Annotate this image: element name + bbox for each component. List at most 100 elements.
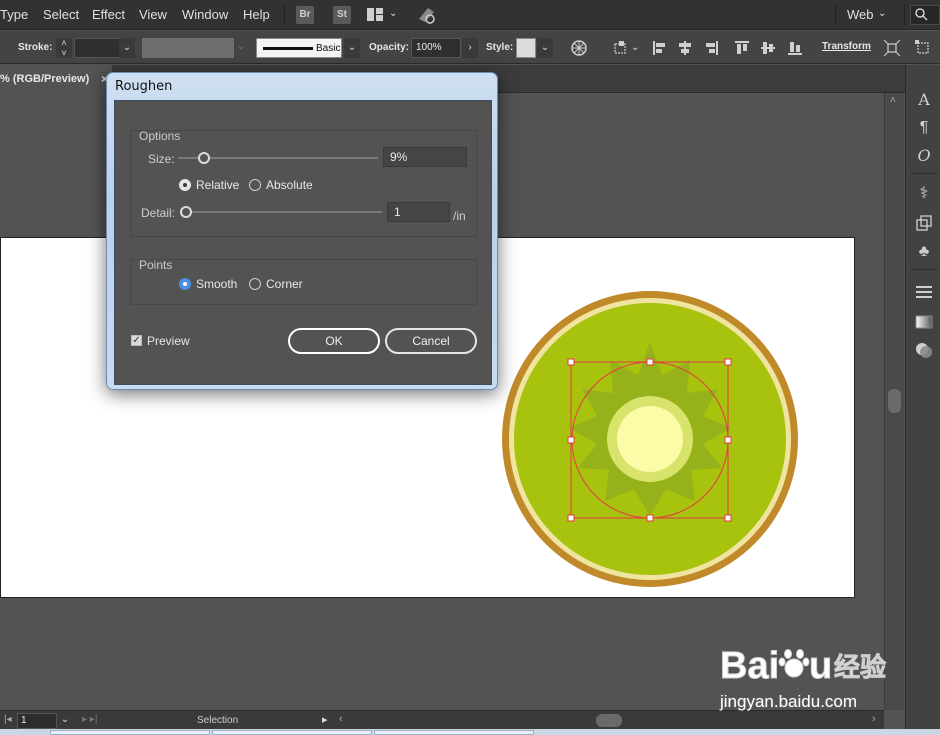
preview-checkbox[interactable]: ✓ xyxy=(131,335,142,346)
artboard-number-dropdown[interactable]: ⌄ xyxy=(57,713,73,729)
status-menu-arrow-icon[interactable]: ▸ xyxy=(322,713,328,726)
scroll-left-icon[interactable]: ‹ xyxy=(339,713,343,725)
menu-view[interactable]: View xyxy=(139,7,167,22)
scroll-up-icon[interactable]: ˄ xyxy=(890,95,896,106)
align-horizontal-center-icon[interactable] xyxy=(676,39,694,57)
brush-dropdown[interactable]: ⌄ xyxy=(344,38,360,58)
gradient-icon[interactable] xyxy=(913,311,935,333)
selection-handle[interactable] xyxy=(567,514,575,522)
chevron-down-icon[interactable]: ⌄ xyxy=(878,8,886,19)
brush-definition[interactable]: Basic xyxy=(256,38,342,58)
opentype-icon[interactable]: O xyxy=(913,145,935,167)
detail-unit: /in xyxy=(453,209,466,223)
bridge-icon[interactable]: Br xyxy=(296,6,314,24)
next-artboard-icon[interactable]: ▸ ▸| xyxy=(82,714,97,725)
svg-text:经验: 经验 xyxy=(834,652,886,683)
menu-bar: Type Select Effect View Window Help Br S… xyxy=(0,0,940,30)
isolate-group-icon[interactable] xyxy=(883,39,901,57)
selection-handle[interactable] xyxy=(567,436,575,444)
relative-label[interactable]: Relative xyxy=(196,178,239,192)
detail-slider-track[interactable] xyxy=(192,211,382,213)
stroke-label: Stroke: xyxy=(18,42,53,53)
variable-width-profile[interactable] xyxy=(142,38,234,58)
align-top-icon[interactable] xyxy=(733,39,751,57)
stroke-panel-icon[interactable] xyxy=(913,281,935,303)
style-dropdown[interactable]: ⌄ xyxy=(537,38,553,58)
stroke-weight-field[interactable] xyxy=(74,38,120,58)
symbols-icon[interactable]: ♣ xyxy=(913,241,935,263)
smooth-radio[interactable] xyxy=(179,278,191,290)
horizontal-scroll-thumb[interactable] xyxy=(596,714,622,727)
character-icon[interactable]: A xyxy=(913,89,935,111)
detail-slider-knob[interactable] xyxy=(180,206,192,218)
puppet-warp-icon[interactable]: ⚕ xyxy=(913,183,935,205)
menu-divider xyxy=(904,5,905,25)
document-tab[interactable]: % (RGB/Preview) × xyxy=(0,65,112,93)
points-group-title: Points xyxy=(139,258,173,272)
smooth-label[interactable]: Smooth xyxy=(196,277,237,291)
transparency-icon[interactable] xyxy=(913,339,935,361)
artboards-icon[interactable] xyxy=(913,213,935,235)
workspace-switcher[interactable]: Web xyxy=(847,7,874,22)
vertical-scrollbar[interactable]: ˄ xyxy=(884,93,904,710)
opacity-arrow[interactable]: › xyxy=(462,38,478,58)
menu-type[interactable]: Type xyxy=(0,7,28,22)
menu-effect[interactable]: Effect xyxy=(92,7,125,22)
menu-help[interactable]: Help xyxy=(243,7,270,22)
detail-input[interactable]: 1 xyxy=(387,202,450,222)
selection-handle[interactable] xyxy=(724,436,732,444)
ok-button[interactable]: OK xyxy=(288,328,380,354)
os-taskbar xyxy=(0,729,940,735)
size-slider-knob[interactable] xyxy=(198,152,210,164)
align-left-icon[interactable] xyxy=(651,39,669,57)
arrange-documents-icon[interactable] xyxy=(366,7,384,22)
brush-label: Basic xyxy=(316,43,341,54)
taskbar-button[interactable] xyxy=(50,730,210,735)
align-vertical-center-icon[interactable] xyxy=(759,39,777,57)
align-bottom-icon[interactable] xyxy=(786,39,804,57)
checkmark-icon: ✓ xyxy=(132,335,141,346)
relative-radio[interactable] xyxy=(179,179,191,191)
svg-text:Bai: Bai xyxy=(720,645,779,687)
edit-artboards-icon[interactable] xyxy=(914,39,932,57)
selection-handle[interactable] xyxy=(724,514,732,522)
kiwi-artwork[interactable] xyxy=(500,290,800,590)
opacity-field[interactable]: 100% xyxy=(411,38,461,58)
corner-radio[interactable] xyxy=(249,278,261,290)
menu-select[interactable]: Select xyxy=(43,7,79,22)
chevron-down-icon: ⌄ xyxy=(237,41,246,52)
align-to-icon[interactable] xyxy=(612,39,630,57)
first-artboard-icon[interactable]: |◂ xyxy=(4,714,12,725)
baidu-logo: Bai u 经验 xyxy=(720,645,887,688)
paragraph-icon[interactable]: ¶ xyxy=(913,117,935,139)
gpu-performance-icon[interactable] xyxy=(416,5,438,25)
stroke-stepper[interactable]: ˄ ˅ xyxy=(56,38,72,58)
graphic-style-swatch[interactable] xyxy=(516,38,536,58)
preview-label[interactable]: Preview xyxy=(147,334,190,348)
selection-handle[interactable] xyxy=(724,358,732,366)
transform-link[interactable]: Transform xyxy=(822,41,871,52)
cancel-button[interactable]: Cancel xyxy=(385,328,477,354)
absolute-radio[interactable] xyxy=(249,179,261,191)
stock-icon[interactable]: St xyxy=(333,6,351,24)
chevron-down-icon[interactable]: ⌄ xyxy=(631,42,639,53)
opacity-label: Opacity: xyxy=(369,42,410,53)
artboard-number-field[interactable]: 1 xyxy=(17,713,57,729)
selection-handle[interactable] xyxy=(646,514,654,522)
recolor-artwork-icon[interactable] xyxy=(570,39,588,57)
chevron-down-icon: ⌄ xyxy=(60,714,70,725)
selection-handle[interactable] xyxy=(567,358,575,366)
search-input[interactable] xyxy=(910,5,940,25)
vertical-scroll-thumb[interactable] xyxy=(888,389,901,413)
chevron-down-icon[interactable]: ⌄ xyxy=(389,8,397,19)
align-right-icon[interactable] xyxy=(702,39,720,57)
menu-window[interactable]: Window xyxy=(182,7,228,22)
stroke-weight-dropdown[interactable]: ⌄ xyxy=(119,38,135,58)
size-input[interactable]: 9% xyxy=(383,147,467,167)
corner-label[interactable]: Corner xyxy=(266,277,303,291)
taskbar-button[interactable] xyxy=(212,730,372,735)
scroll-right-icon[interactable]: › xyxy=(872,713,876,725)
taskbar-button[interactable] xyxy=(374,730,534,735)
absolute-label[interactable]: Absolute xyxy=(266,178,313,192)
selection-handle[interactable] xyxy=(646,358,654,366)
